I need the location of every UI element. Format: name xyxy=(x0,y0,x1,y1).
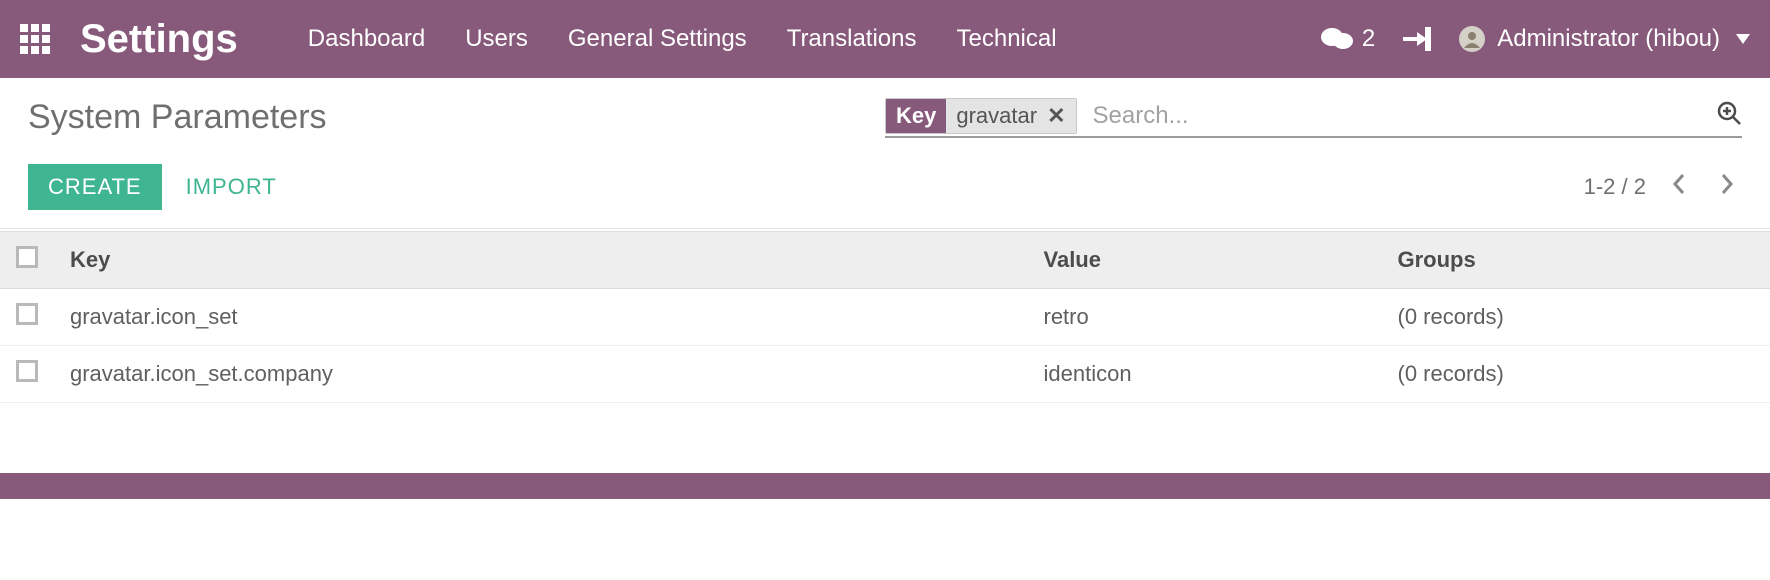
caret-down-icon xyxy=(1736,34,1750,44)
nav-right: 2 Administrator (hibou) xyxy=(1320,25,1750,53)
nav-translations[interactable]: Translations xyxy=(787,25,917,53)
nav-technical[interactable]: Technical xyxy=(957,25,1057,53)
column-value[interactable]: Value xyxy=(1028,232,1382,289)
parameters-table: Key Value Groups gravatar.icon_set retro… xyxy=(0,231,1770,403)
table-header-row: Key Value Groups xyxy=(0,232,1770,289)
app-brand[interactable]: Settings xyxy=(80,17,238,62)
search-facet: Key gravatar ✕ xyxy=(885,98,1077,134)
search-input[interactable] xyxy=(1087,98,1716,134)
top-navbar: Settings Dashboard Users General Setting… xyxy=(0,0,1770,78)
search-bar[interactable]: Key gravatar ✕ xyxy=(885,96,1742,138)
cell-key: gravatar.icon_set.company xyxy=(54,346,1028,403)
column-key[interactable]: Key xyxy=(54,232,1028,289)
cell-value: identicon xyxy=(1028,346,1382,403)
nav-dashboard[interactable]: Dashboard xyxy=(308,25,425,53)
table-row[interactable]: gravatar.icon_set retro (0 records) xyxy=(0,289,1770,346)
signin-icon[interactable] xyxy=(1403,27,1431,51)
column-groups[interactable]: Groups xyxy=(1382,232,1770,289)
footer-bar xyxy=(0,473,1770,499)
row-checkbox[interactable] xyxy=(16,303,38,325)
search-expand-icon[interactable] xyxy=(1716,100,1742,132)
pager: 1-2 / 2 xyxy=(885,164,1742,210)
user-icon xyxy=(1463,30,1481,48)
cell-key: gravatar.icon_set xyxy=(54,289,1028,346)
table-row[interactable]: gravatar.icon_set.company identicon (0 r… xyxy=(0,346,1770,403)
pager-range: 1-2 / 2 xyxy=(1584,174,1646,200)
nav-links: Dashboard Users General Settings Transla… xyxy=(308,25,1057,53)
buttons-row: CREATE IMPORT xyxy=(28,164,885,210)
page-title: System Parameters xyxy=(28,98,885,137)
chevron-left-icon xyxy=(1672,173,1686,195)
pager-next[interactable] xyxy=(1712,169,1742,205)
messaging-menu[interactable]: 2 xyxy=(1320,25,1375,53)
apps-icon[interactable] xyxy=(20,24,50,54)
user-label: Administrator (hibou) xyxy=(1497,25,1720,53)
chevron-right-icon xyxy=(1720,173,1734,195)
cell-groups: (0 records) xyxy=(1382,289,1770,346)
avatar xyxy=(1459,26,1485,52)
nav-users[interactable]: Users xyxy=(465,25,528,53)
pager-prev[interactable] xyxy=(1664,169,1694,205)
user-menu[interactable]: Administrator (hibou) xyxy=(1459,25,1750,53)
facet-remove-icon[interactable]: ✕ xyxy=(1047,103,1065,129)
message-count: 2 xyxy=(1362,25,1375,53)
create-button[interactable]: CREATE xyxy=(28,164,162,210)
cell-groups: (0 records) xyxy=(1382,346,1770,403)
chat-icon xyxy=(1320,26,1354,52)
select-all-checkbox[interactable] xyxy=(16,246,38,268)
nav-general-settings[interactable]: General Settings xyxy=(568,25,747,53)
import-button[interactable]: IMPORT xyxy=(186,174,277,200)
cell-value: retro xyxy=(1028,289,1382,346)
facet-value-text: gravatar xyxy=(956,103,1037,129)
control-panel: System Parameters Key gravatar ✕ CREATE … xyxy=(0,78,1770,229)
row-checkbox[interactable] xyxy=(16,360,38,382)
facet-label: Key xyxy=(886,99,946,133)
facet-value: gravatar ✕ xyxy=(946,99,1075,133)
